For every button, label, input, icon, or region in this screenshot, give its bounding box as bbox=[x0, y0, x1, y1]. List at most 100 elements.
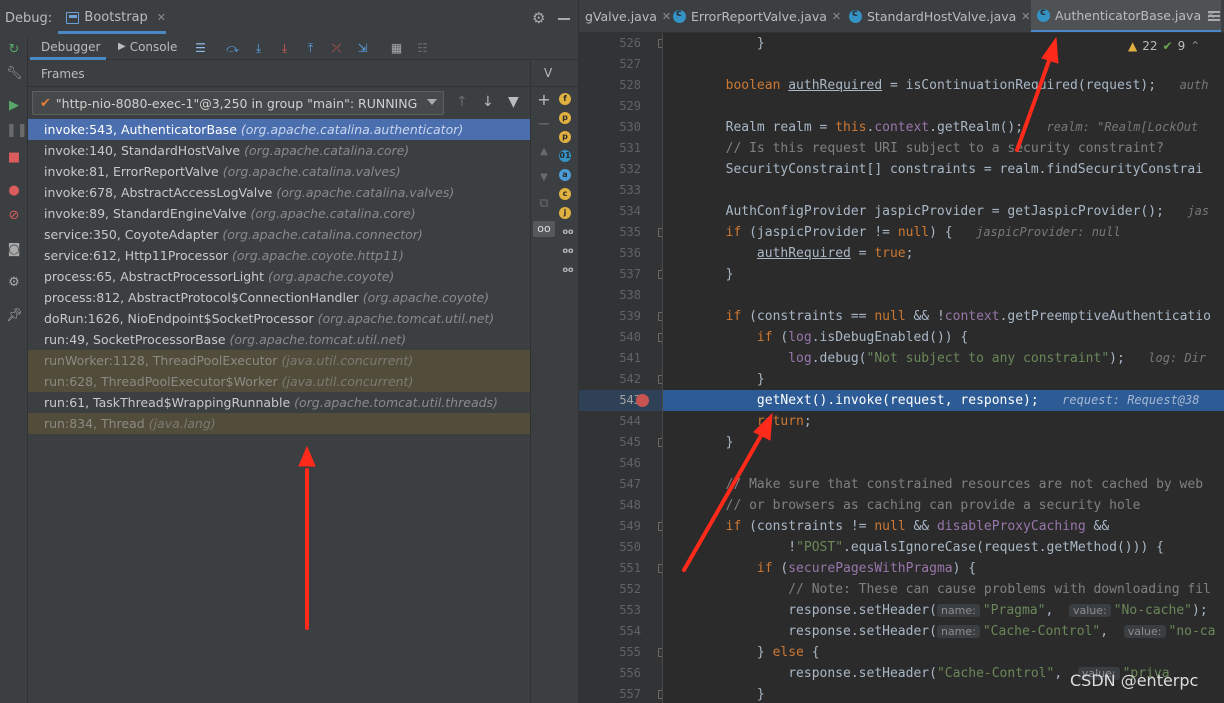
frame-item[interactable]: run:61, TaskThread$WrappingRunnable (org… bbox=[28, 392, 530, 413]
warning-icon: ▲ bbox=[1128, 39, 1138, 53]
line-number: 545 bbox=[619, 435, 641, 449]
editor-tab[interactable]: AuthenticatorBase.java✕ bbox=[1031, 0, 1222, 32]
variable-icon[interactable]: j bbox=[559, 207, 571, 219]
variable-icon[interactable]: p bbox=[559, 112, 571, 124]
session-tab-bootstrap[interactable]: Bootstrap ✕ bbox=[58, 4, 166, 34]
rerun-icon[interactable]: ↻ bbox=[6, 42, 22, 58]
frame-item[interactable]: invoke:89, StandardEngineValve (org.apac… bbox=[28, 203, 530, 224]
thread-selector[interactable]: ✔ "http-nio-8080-exec-1"@3,250 in group … bbox=[32, 91, 444, 115]
frame-package: (java.util.concurrent) bbox=[281, 353, 414, 368]
chevron-up-icon[interactable]: ⌃ bbox=[1190, 39, 1200, 53]
frame-method: invoke:140, StandardHostValve bbox=[44, 143, 241, 158]
tab-debugger[interactable]: Debugger bbox=[30, 38, 106, 60]
code-line: return; bbox=[756, 414, 812, 429]
stop-icon[interactable]: ■ bbox=[6, 150, 22, 166]
mute-breakpoints-icon[interactable]: ⊘ bbox=[6, 208, 22, 224]
code-line: } bbox=[663, 372, 765, 387]
frame-package: (java.lang) bbox=[148, 416, 216, 431]
variable-icon[interactable]: oo bbox=[559, 245, 577, 257]
show-execution-point-icon[interactable]: ☰ bbox=[193, 41, 208, 56]
close-icon[interactable]: ✕ bbox=[832, 10, 841, 23]
frame-method: service:350, CoyoteAdapter bbox=[44, 227, 219, 242]
minus-icon[interactable]: − bbox=[536, 116, 552, 132]
frame-method: invoke:81, ErrorReportValve bbox=[44, 164, 219, 179]
line-number: 536 bbox=[619, 246, 641, 260]
frame-package: (java.util.concurrent) bbox=[281, 374, 414, 389]
frame-item[interactable]: service:350, CoyoteAdapter (org.apache.c… bbox=[28, 224, 530, 245]
line-number: 529 bbox=[619, 99, 641, 113]
breakpoint-icon[interactable] bbox=[636, 394, 649, 407]
tabs-menu-icon[interactable] bbox=[1207, 9, 1221, 23]
frame-item[interactable]: service:612, Http11Processor (org.apache… bbox=[28, 245, 530, 266]
frame-item[interactable]: run:49, SocketProcessorBase (org.apache.… bbox=[28, 329, 530, 350]
frame-item[interactable]: invoke:140, StandardHostValve (org.apach… bbox=[28, 140, 530, 161]
frame-item[interactable]: run:628, ThreadPoolExecutor$Worker (java… bbox=[28, 371, 530, 392]
move-up-icon[interactable]: ▲ bbox=[536, 144, 552, 160]
drop-frame-icon[interactable]: ⤫ bbox=[329, 41, 344, 56]
variable-icon[interactable]: c bbox=[559, 188, 571, 200]
code-line: response.setHeader(name: "Pragma", value:… bbox=[663, 603, 1208, 618]
code-line: if (securePagesWithPragma) { bbox=[663, 561, 977, 576]
plus-icon[interactable]: + bbox=[536, 92, 552, 108]
close-icon[interactable]: ✕ bbox=[157, 11, 166, 24]
run-to-cursor-icon[interactable]: ⇲ bbox=[355, 41, 370, 56]
move-down-icon[interactable]: ▼ bbox=[536, 170, 552, 186]
variable-icon[interactable]: oo bbox=[559, 264, 577, 276]
line-number: 542 bbox=[619, 372, 641, 386]
line-number: 552 bbox=[619, 582, 641, 596]
code-line: authRequired = true; bbox=[756, 246, 914, 261]
force-step-into-icon[interactable]: ⤓ bbox=[277, 41, 292, 56]
variable-icon[interactable]: f bbox=[559, 93, 571, 105]
frame-item[interactable]: doRun:1626, NioEndpoint$SocketProcessor … bbox=[28, 308, 530, 329]
filter-icon[interactable]: ▼ bbox=[508, 94, 519, 110]
gutter: 526 527 528 529 530 531 532 533 534 535 536 537 538 5… bbox=[579, 33, 667, 703]
pause-icon[interactable]: ❚❚ bbox=[6, 123, 28, 139]
frame-package: (org.apache.coyote.http11) bbox=[232, 248, 404, 263]
gear-icon[interactable]: ⚙ bbox=[532, 9, 545, 27]
variable-icon[interactable]: 01 bbox=[559, 150, 571, 162]
step-into-icon[interactable]: ⤓ bbox=[251, 41, 266, 56]
editor-tab[interactable]: ErrorReportValve.java ✕ bbox=[667, 0, 847, 32]
inspection-widget[interactable]: ▲ 22 ✔ 9 ⌃ bbox=[1125, 36, 1224, 56]
frame-package: (org.apache.tomcat.util.net) bbox=[317, 311, 495, 326]
editor-tab-label: gValve.java bbox=[585, 9, 657, 24]
code-area[interactable]: } boolean authRequired = isContinuationR… bbox=[663, 33, 1224, 703]
variable-icon[interactable]: p bbox=[559, 131, 571, 143]
evaluate-expression-icon[interactable]: ▦ bbox=[389, 41, 404, 56]
frame-item[interactable]: invoke:678, AbstractAccessLogValve (org.… bbox=[28, 182, 530, 203]
variable-icon[interactable]: a bbox=[559, 169, 571, 181]
wrench-icon[interactable]: 🔧︎ bbox=[6, 66, 23, 82]
line-number: 553 bbox=[619, 603, 641, 617]
pin-icon[interactable]: 📌︎ bbox=[6, 308, 23, 324]
variable-icon[interactable]: oo bbox=[559, 226, 577, 238]
glasses-icon[interactable]: oo bbox=[533, 221, 555, 237]
check-icon: ✔ bbox=[40, 95, 51, 111]
camera-icon[interactable]: ◙ bbox=[6, 242, 22, 258]
arrow-up-icon[interactable]: ↑ bbox=[456, 94, 468, 110]
settings-icon[interactable]: ⚙ bbox=[6, 275, 22, 291]
step-out-icon[interactable]: ⤒ bbox=[303, 41, 318, 56]
arrow-down-icon[interactable]: ↓ bbox=[482, 94, 494, 110]
copy-icon[interactable]: ⧉ bbox=[536, 196, 552, 212]
editor-tab-label: ErrorReportValve.java bbox=[691, 9, 827, 24]
frame-package: (org.apache.coyote) bbox=[267, 269, 395, 284]
frame-item[interactable]: runWorker:1128, ThreadPoolExecutor (java… bbox=[28, 350, 530, 371]
session-icon bbox=[66, 11, 80, 24]
minimize-icon[interactable] bbox=[558, 9, 570, 21]
variables-title: V bbox=[544, 66, 553, 80]
close-icon[interactable]: ✕ bbox=[1021, 10, 1030, 23]
frame-item[interactable]: run:834, Thread (java.lang) bbox=[28, 413, 530, 434]
tab-console[interactable]: ▶ Console bbox=[118, 38, 188, 60]
trace-icon[interactable]: ☷ bbox=[415, 41, 430, 56]
frame-item-selected[interactable]: invoke:543, AuthenticatorBase (org.apach… bbox=[28, 119, 530, 140]
frame-item[interactable]: invoke:81, ErrorReportValve (org.apache.… bbox=[28, 161, 530, 182]
frame-package: (org.apache.coyote) bbox=[362, 290, 490, 305]
editor-tab[interactable]: StandardHostValve.java ✕ bbox=[843, 0, 1037, 32]
view-breakpoints-icon[interactable]: ● bbox=[6, 183, 22, 199]
step-over-icon[interactable]: ⤼ bbox=[225, 41, 240, 56]
frame-item[interactable]: process:65, AbstractProcessorLight (org.… bbox=[28, 266, 530, 287]
resume-icon[interactable]: ▶ bbox=[6, 98, 22, 114]
debug-header: Debug: Bootstrap ✕ ⚙ bbox=[0, 0, 578, 38]
editor-tab[interactable]: gValve.java ✕ bbox=[579, 0, 677, 32]
frame-item[interactable]: process:812, AbstractProtocol$Connection… bbox=[28, 287, 530, 308]
